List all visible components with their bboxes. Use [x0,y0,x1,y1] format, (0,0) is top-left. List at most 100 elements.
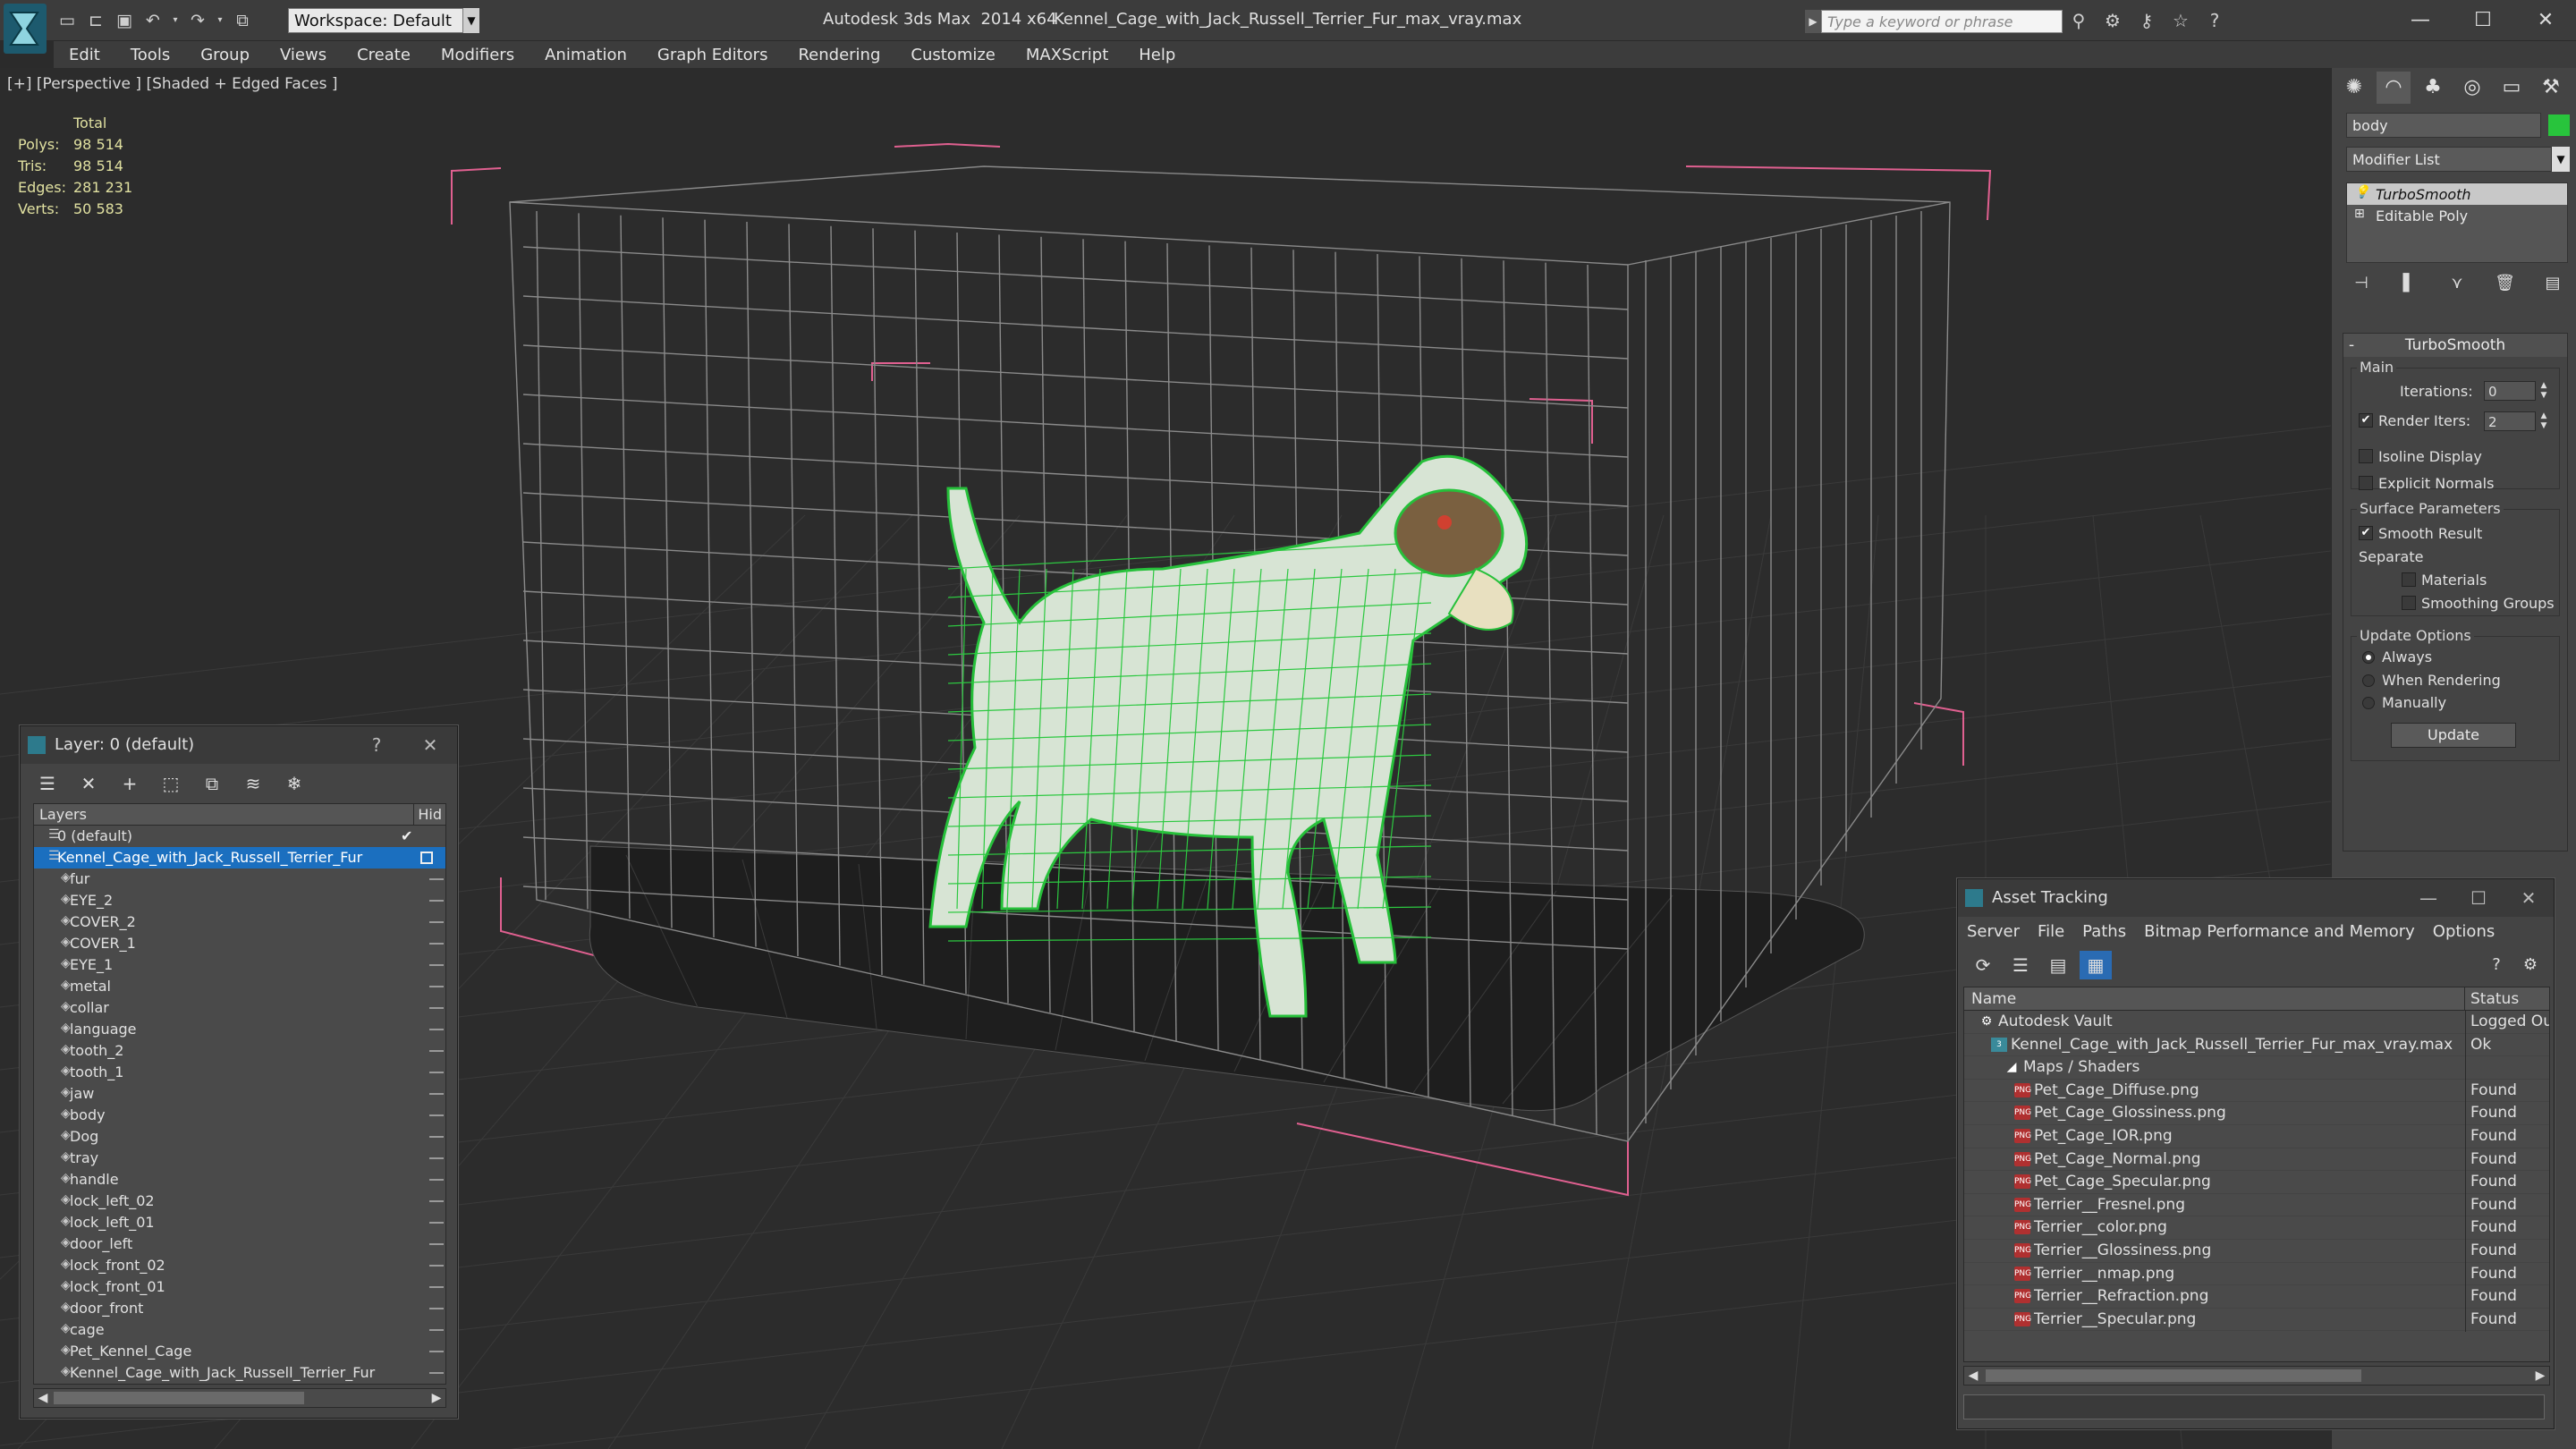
hide-toggle[interactable] [429,1179,444,1181]
hide-toggle[interactable] [429,1351,444,1352]
hide-toggle[interactable] [429,1007,444,1009]
hide-toggle[interactable] [429,964,444,966]
signin-icon[interactable]: ⚷ [2136,9,2157,32]
menu-views[interactable]: Views [265,46,342,64]
menu-server[interactable]: Server [1967,922,2020,941]
layer-row[interactable]: ◈ EYE_2 [34,890,445,911]
maximize-button[interactable]: ☐ [2456,4,2510,38]
pin-stack-icon[interactable]: ⊣ [2346,270,2377,297]
layer-row[interactable]: ◈ lock_left_01 [34,1212,445,1233]
table-row[interactable]: PNG Terrier__Fresnel.png Found [1964,1193,2549,1217]
delete-layer-icon[interactable]: ✕ [72,769,105,798]
menu-animation[interactable]: Animation [530,46,642,64]
hide-toggle[interactable] [429,1050,444,1052]
scroll-left-icon[interactable]: ◀ [1964,1367,1982,1385]
spinner-arrows-icon[interactable]: ▲ ▼ [2538,381,2550,401]
stack-item-turbosmooth[interactable]: 💡 TurboSmooth [2347,183,2567,205]
scroll-right-icon[interactable]: ▶ [2531,1367,2549,1385]
menu-create[interactable]: Create [342,46,426,64]
app-logo-icon[interactable] [4,4,47,54]
menu-maxscript[interactable]: MAXScript [1011,46,1123,64]
open-file-icon[interactable]: ⊏ [84,9,107,32]
new-file-icon[interactable]: ▭ [55,9,79,32]
table-row[interactable]: PNG Pet_Cage_Specular.png Found [1964,1171,2549,1195]
when-rendering-radio[interactable] [2362,674,2375,687]
materials-checkbox[interactable] [2402,572,2416,587]
asset-horizontal-scrollbar[interactable]: ◀ ▶ [1963,1366,2550,1385]
table-row[interactable]: PNG Pet_Cage_Glossiness.png Found [1964,1102,2549,1126]
menu-tools[interactable]: Tools [115,46,185,64]
layer-row[interactable]: ☰ Kennel_Cage_with_Jack_Russell_Terrier_F… [34,847,445,869]
menu-rendering[interactable]: Rendering [783,46,895,64]
hide-toggle[interactable] [429,921,444,923]
object-name-field[interactable]: body [2346,113,2541,138]
hide-toggle[interactable] [429,986,444,987]
save-icon[interactable]: ▣ [113,9,136,32]
smoothing-groups-checkbox[interactable] [2402,596,2416,610]
table-row[interactable]: ⚙ Autodesk Vault Logged Ou [1964,1011,2549,1034]
remove-modifier-icon[interactable]: 🗑 [2490,270,2521,297]
refresh-icon[interactable]: ⟳ [1967,951,1999,979]
hide-toggle[interactable] [429,878,444,880]
column-layers[interactable]: Layers [34,804,415,825]
modifier-list-dropdown[interactable]: Modifier List [2346,147,2552,172]
layer-row[interactable]: ◈ cage [34,1319,445,1341]
layer-row[interactable]: ◈ Kennel_Cage_with_Jack_Russell_Terrier_F… [34,1362,445,1384]
table-row[interactable]: ◢ Maps / Shaders [1964,1056,2549,1080]
hide-toggle[interactable] [429,1308,444,1309]
column-status[interactable]: Status [2465,987,2524,1010]
table-row[interactable]: PNG Terrier__Specular.png Found [1964,1308,2549,1332]
menu-group[interactable]: Group [185,46,265,64]
layer-row[interactable]: ◈ EYE_1 [34,954,445,976]
menu-options[interactable]: Options [2433,922,2495,941]
asset-window-titlebar[interactable]: Asset Tracking — ☐ ✕ [1958,879,2554,917]
menu-modifiers[interactable]: Modifiers [426,46,530,64]
table-row[interactable]: PNG Pet_Cage_Normal.png Found [1964,1148,2549,1172]
menu-paths[interactable]: Paths [2082,922,2126,941]
hide-toggle[interactable] [429,1114,444,1116]
layer-row[interactable]: ◈ language [34,1019,445,1040]
redo-dropdown-icon[interactable]: ▾ [215,9,225,32]
rollout-header[interactable]: - TurboSmooth [2343,334,2567,357]
minimize-button[interactable]: — [2394,4,2447,38]
isoline-display-checkbox[interactable] [2359,449,2373,463]
minimize-button[interactable]: — [2412,885,2445,911]
layer-box-icon[interactable] [420,852,433,864]
hide-toggle[interactable] [429,1243,444,1245]
table-row[interactable]: PNG Terrier__color.png Found [1964,1216,2549,1241]
keyword-search-input[interactable]: Type a keyword or phrase [1821,10,2063,33]
layer-window-titlebar[interactable]: Layer: 0 (default) ? ✕ [21,726,457,764]
create-layer-icon[interactable]: ☰ [31,769,64,798]
layer-row[interactable]: ◈ Pet_Kennel_Cage [34,1341,445,1362]
hide-toggle[interactable] [429,1136,444,1138]
layer-row[interactable]: ◈ Dog [34,1126,445,1148]
lightbulb-icon[interactable]: 💡 [2354,185,2369,199]
redo-icon[interactable]: ↷ [186,9,209,32]
freeze-layers-icon[interactable]: ❄ [278,769,310,798]
add-to-layer-icon[interactable]: + [114,769,146,798]
smooth-result-checkbox[interactable]: ✔ [2359,526,2373,540]
binoculars-icon[interactable]: ⚲ [2068,9,2089,32]
modify-tab-icon[interactable]: ◠ [2377,72,2411,104]
always-radio[interactable] [2362,651,2375,664]
workspace-dropdown[interactable]: Workspace: Default [288,8,463,33]
hide-toggle[interactable] [429,1200,444,1202]
layer-row[interactable]: ◈ COVER_1 [34,933,445,954]
scroll-left-icon[interactable]: ◀ [34,1389,52,1407]
column-name[interactable]: Name [1964,987,2465,1010]
table-row[interactable]: PNG Terrier__nmap.png Found [1964,1262,2549,1286]
menu-customize[interactable]: Customize [895,46,1010,64]
hide-toggle[interactable] [429,1029,444,1030]
close-button[interactable]: ✕ [2512,885,2545,911]
table-row[interactable]: PNG Pet_Cage_IOR.png Found [1964,1124,2549,1148]
undo-icon[interactable]: ↶ [141,9,165,32]
object-color-swatch[interactable] [2548,114,2570,136]
scroll-right-icon[interactable]: ▶ [428,1389,445,1407]
menu-file[interactable]: File [2038,922,2064,941]
spinner-arrows-icon[interactable]: ▲ ▼ [2538,411,2550,431]
iterations-spinner[interactable]: 0 [2484,381,2536,401]
make-unique-icon[interactable]: ⋎ [2442,270,2472,297]
update-button[interactable]: Update [2391,723,2516,748]
scroll-thumb[interactable] [54,1392,304,1404]
chevron-down-icon[interactable]: ▼ [463,8,479,33]
